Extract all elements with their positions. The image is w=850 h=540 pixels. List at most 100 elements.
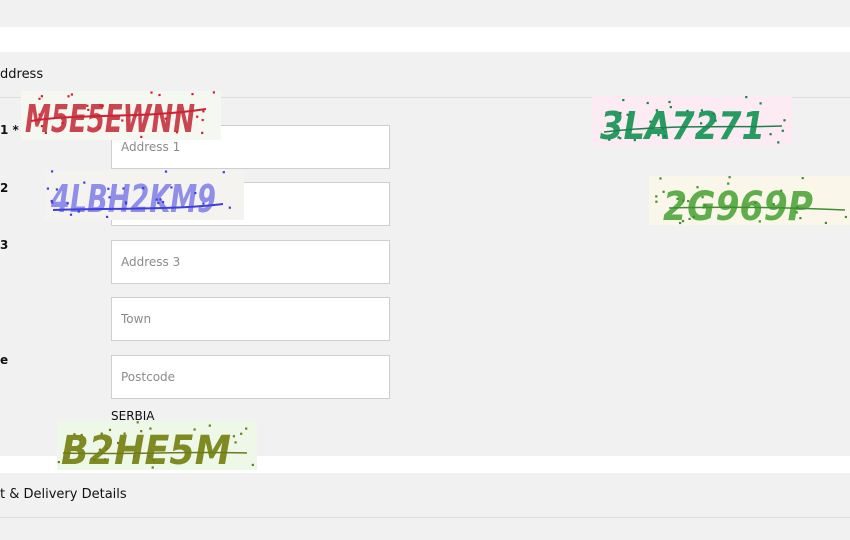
- captcha-noise-dot: [86, 104, 89, 107]
- captcha-noise-dot: [105, 447, 108, 450]
- captcha-noise-dot: [164, 170, 168, 173]
- captcha-noise-dot: [151, 466, 154, 469]
- captcha-noise-dot: [769, 133, 772, 136]
- captcha-noise-dot: [663, 135, 666, 138]
- address3-field[interactable]: [111, 240, 390, 284]
- captcha-image: B2HE5M: [57, 421, 257, 470]
- captcha-noise-dot: [80, 433, 83, 437]
- captcha-noise-dot: [70, 93, 73, 96]
- captcha-noise-dot: [38, 97, 41, 100]
- captcha-noise-dot: [646, 101, 649, 105]
- captcha-noise-dot: [758, 220, 761, 223]
- captcha-noise-dot: [772, 203, 775, 206]
- captcha-noise-dot: [668, 100, 671, 104]
- captcha-noise-dot: [681, 220, 685, 223]
- captcha-noise-dot: [155, 198, 158, 201]
- captcha-noise-dot: [745, 96, 748, 99]
- captcha-noise-dot: [633, 139, 636, 142]
- address1-label: 1 *: [0, 123, 19, 137]
- captcha-text: B2HE5M: [61, 428, 231, 470]
- captcha-noise-dot: [657, 134, 660, 137]
- top-band: [0, 27, 850, 52]
- town-field[interactable]: [111, 297, 390, 341]
- captcha-noise-dot: [754, 201, 757, 205]
- captcha-noise-dot: [201, 131, 204, 134]
- captcha-noise-dot: [162, 201, 165, 204]
- captcha-text: 3LA7271: [600, 104, 765, 145]
- captcha-noise-dot: [87, 108, 90, 111]
- captcha-noise-dot: [704, 204, 707, 207]
- captcha-noise-dot: [712, 112, 715, 115]
- captcha-noise-dot: [687, 200, 690, 203]
- captcha-noise-dot: [67, 95, 70, 98]
- captcha-noise-dot: [659, 177, 662, 180]
- captcha-noise-dot: [40, 125, 43, 128]
- address2-label: 2: [0, 181, 9, 195]
- address-section-title: ddress: [0, 67, 44, 82]
- captcha-noise-dot: [40, 95, 43, 98]
- captcha-noise-dot: [228, 206, 231, 209]
- captcha-noise-dot: [619, 137, 622, 140]
- captcha-text: 4LBH2KM9: [50, 177, 216, 220]
- captcha-noise-dot: [108, 428, 112, 431]
- captcha-noise-dot: [123, 432, 126, 435]
- captcha-noise-dot: [77, 210, 80, 213]
- captcha-noise-dot: [194, 192, 197, 195]
- captcha-noise-dot: [696, 186, 699, 189]
- captcha-noise-dot: [714, 119, 717, 122]
- captcha-noise-dot: [655, 200, 658, 203]
- captcha-noise-dot: [73, 433, 76, 436]
- captcha-noise-dot: [136, 421, 139, 424]
- captcha-noise-dot: [38, 113, 41, 116]
- captcha-noise-dot: [251, 463, 254, 466]
- captcha-noise-dot: [98, 448, 101, 451]
- captcha-noise-dot: [240, 432, 243, 435]
- captcha-noise-dot: [125, 202, 128, 205]
- captcha-noise-dot: [117, 441, 120, 445]
- captcha-noise-dot: [142, 186, 145, 190]
- captcha-noise-dot: [201, 118, 204, 122]
- captcha-text: 2G969P: [663, 184, 813, 225]
- captcha-noise-dot: [608, 138, 611, 141]
- captcha-noise-dot: [208, 424, 211, 427]
- captcha-noise-dot: [61, 122, 64, 125]
- captcha-noise-dot: [101, 104, 104, 108]
- captcha-noise-dot: [700, 122, 703, 125]
- captcha-noise-dot: [649, 120, 652, 123]
- captcha-noise-dot: [57, 461, 60, 464]
- captcha-noise-dot: [157, 201, 160, 205]
- captcha-noise-dot: [234, 441, 237, 444]
- captcha-noise-dot: [777, 141, 780, 144]
- captcha-noise-dot: [801, 177, 804, 180]
- captcha-noise-dot: [688, 217, 691, 220]
- captcha-noise-dot: [100, 432, 103, 435]
- captcha-noise-dot: [134, 114, 137, 117]
- captcha-noise-dot: [122, 187, 125, 190]
- captcha-noise-dot: [106, 215, 109, 218]
- captcha-noise-dot: [728, 176, 731, 179]
- delivery-section-title: t & Delivery Details: [0, 487, 127, 502]
- captcha-noise-dot: [44, 131, 47, 134]
- captcha-noise-dot: [99, 104, 102, 107]
- captcha-noise-dot: [148, 455, 151, 458]
- captcha-noise-dot: [780, 189, 783, 192]
- captcha-noise-dot: [93, 458, 96, 461]
- captcha-noise-dot: [824, 221, 827, 224]
- captcha-image: 3LA7271: [592, 96, 792, 145]
- captcha-noise-dot: [133, 455, 136, 458]
- postcode-field[interactable]: [111, 355, 390, 399]
- captcha-noise-dot: [655, 109, 658, 112]
- captcha-noise-dot: [676, 197, 679, 200]
- captcha-noise-dot: [50, 199, 53, 203]
- captcha-noise-dot: [626, 113, 629, 116]
- captcha-noise-dot: [46, 187, 49, 190]
- captcha-noise-dot: [98, 127, 101, 130]
- captcha-noise-dot: [159, 198, 162, 201]
- captcha-noise-dot: [149, 427, 152, 430]
- captcha-noise-dot: [622, 99, 625, 102]
- captcha-noise-dot: [661, 127, 664, 130]
- captcha-noise-dot: [662, 190, 665, 193]
- captcha-noise-dot: [669, 106, 672, 109]
- captcha-noise-dot: [727, 182, 730, 185]
- captcha-noise-dot: [193, 428, 196, 431]
